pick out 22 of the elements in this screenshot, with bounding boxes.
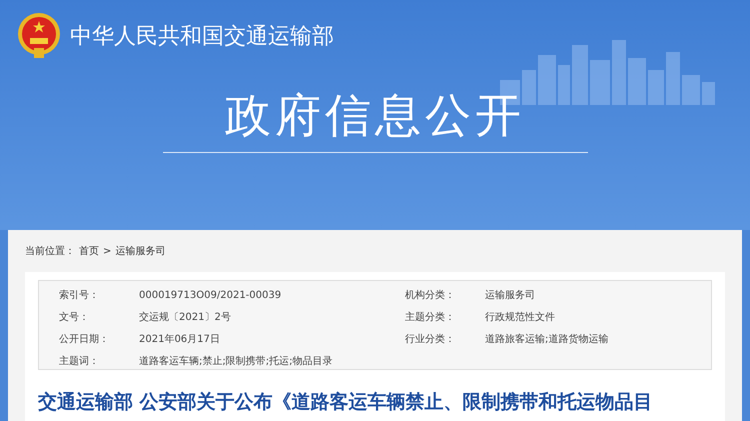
info-value: 2021年06月17日 [139,332,220,346]
info-label: 文号： [59,310,90,324]
info-label: 公开日期： [59,332,110,346]
info-value: 000019713O09/2021-00039 [139,288,282,302]
site-title: 中华人民共和国交通运输部 [70,22,334,50]
info-label: 索引号： [59,288,100,302]
breadcrumb-link[interactable]: 首页 [79,244,99,258]
info-label: 主题分类： [405,310,456,324]
info-label: 主题词： [59,354,100,368]
info-value: 道路客运车辆;禁止;限制携带;托运;物品目录 [139,354,332,368]
emblem-icon [16,12,62,60]
breadcrumb-separator: > [103,244,112,258]
breadcrumb-label: 当前位置： [25,244,75,258]
breadcrumb-link[interactable]: 运输服务司 [115,244,166,258]
info-label: 机构分类： [405,288,456,302]
article-title: 交通运输部 公安部关于公布《道路客运车辆禁止、限制携带和托运物品目 [38,390,654,415]
info-label: 行业分类： [405,332,456,346]
info-value: 交运规〔2021〕2号 [139,310,231,324]
info-value: 道路旅客运输;道路货物运输 [485,332,608,346]
info-value: 行政规范性文件 [485,310,555,324]
info-value: 运输服务司 [485,288,535,302]
page-title: 政府信息公开 [225,92,525,138]
